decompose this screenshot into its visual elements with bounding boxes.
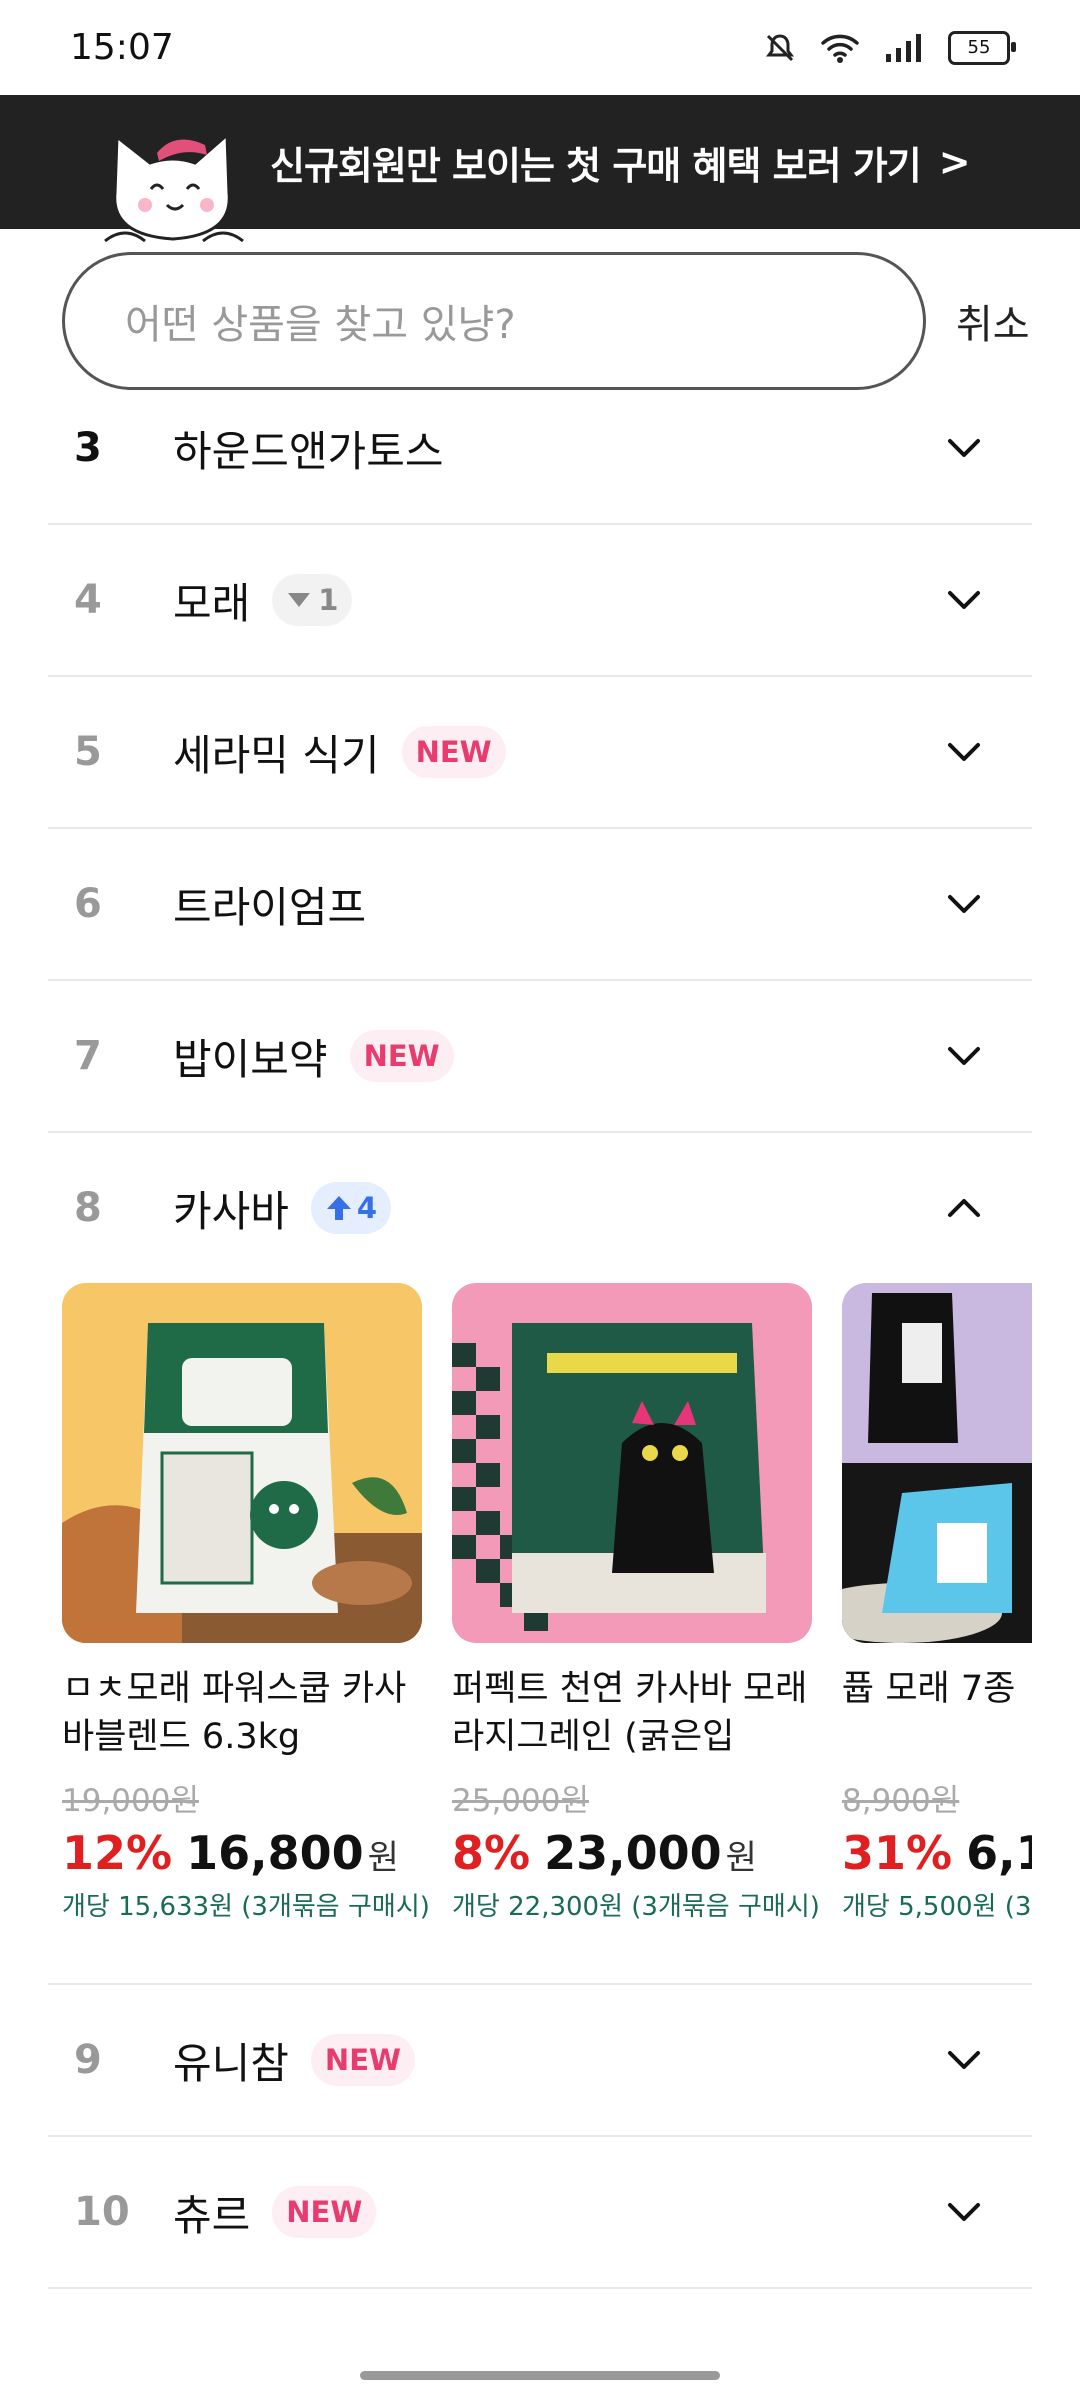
home-indicator[interactable] bbox=[360, 2371, 720, 2380]
rank-up-badge: 4 bbox=[310, 1182, 392, 1234]
cancel-button[interactable]: 취소 bbox=[956, 292, 1030, 350]
search-input[interactable]: 어떤 상품을 찾고 있냥? bbox=[62, 251, 926, 390]
rank-number: 8 bbox=[74, 1185, 102, 1231]
rank-number: 9 bbox=[74, 2037, 102, 2083]
price-row: 31% 6,1 bbox=[842, 1826, 1032, 1880]
currency-unit: 원 bbox=[725, 1838, 757, 1878]
ranking-list: 3 하운드앤가토스 4 모래 1 5 세라믹 식기 NEW 6 트라이엄프 7 … bbox=[48, 373, 1032, 2289]
product-carousel[interactable]: ㅁㅊ모래 파워스쿱 카사바블렌드 6.3kg 19,000원 12% 16,80… bbox=[48, 1283, 1032, 1983]
rank-change: 4 bbox=[356, 1191, 378, 1225]
rank-keyword: 세라믹 식기 bbox=[173, 730, 380, 780]
ranking-row[interactable]: 5 세라믹 식기 NEW bbox=[48, 677, 1032, 829]
price-row: 8% 23,000 원 bbox=[452, 1826, 812, 1880]
price-row: 12% 16,800 원 bbox=[62, 1826, 422, 1880]
product-title[interactable]: 퍼펙트 천연 카사바 모래 라지그레인 (굵은입자)… bbox=[452, 1665, 812, 1761]
chevron-right-icon: > bbox=[938, 140, 971, 184]
product-image[interactable] bbox=[62, 1283, 422, 1643]
rank-keyword: 유니참 bbox=[173, 2038, 289, 2088]
ranking-row[interactable]: 7 밥이보약 NEW bbox=[48, 981, 1032, 1133]
search-placeholder: 어떤 상품을 찾고 있냥? bbox=[125, 301, 516, 348]
product-photo bbox=[452, 1283, 812, 1643]
ranking-expanded: 8 카사바 4 ㅁㅊ모래 파워스쿱 카사바블렌드 6.3kg 19,000원 1… bbox=[48, 1133, 1032, 1985]
rank-number: 10 bbox=[74, 2189, 130, 2235]
status-bar: 15:07 55 bbox=[0, 0, 1080, 95]
product-image[interactable] bbox=[452, 1283, 812, 1643]
rank-number: 6 bbox=[74, 881, 102, 927]
promo-banner[interactable]: 신규회원만 보이는 첫 구매 혜택 보러 가기 > bbox=[0, 95, 1080, 243]
battery-level: 55 bbox=[967, 37, 991, 58]
chevron-down-icon[interactable] bbox=[944, 732, 984, 772]
chevron-down-icon[interactable] bbox=[944, 1036, 984, 1076]
ranking-row[interactable]: 9 유니참 NEW bbox=[48, 1985, 1032, 2137]
rank-keyword: 카사바 bbox=[173, 1186, 289, 1236]
promo-label: 신규회원만 보이는 첫 구매 혜택 보러 가기 bbox=[270, 143, 922, 188]
ranking-row[interactable]: 3 하운드앤가토스 bbox=[48, 373, 1032, 525]
battery-icon: 55 bbox=[948, 30, 1016, 65]
new-badge: NEW bbox=[349, 1030, 454, 1082]
new-badge: NEW bbox=[401, 726, 506, 778]
status-icons: 55 bbox=[764, 30, 1016, 65]
arrow-up-icon bbox=[326, 1196, 351, 1220]
rank-down-badge: 1 bbox=[272, 574, 353, 626]
ranking-row[interactable]: 10 츄르 NEW bbox=[48, 2137, 1032, 2289]
chevron-down-icon[interactable] bbox=[944, 884, 984, 924]
rank-keyword: 모래 bbox=[173, 578, 251, 628]
rank-change: 1 bbox=[318, 583, 339, 617]
sale-price: 16,800 bbox=[186, 1826, 364, 1880]
bundle-unit-price: 개당 5,500원 (3. bbox=[842, 1892, 1032, 1922]
new-badge: NEW bbox=[272, 2186, 377, 2238]
chevron-up-icon[interactable] bbox=[944, 1188, 984, 1228]
ranking-row[interactable]: 6 트라이엄프 bbox=[48, 829, 1032, 981]
sale-price: 23,000 bbox=[544, 1826, 722, 1880]
product-photo bbox=[842, 1283, 1032, 1643]
product-card[interactable]: 퓹 모래 7종 8,900원 31% 6,1 개당 5,500원 (3. bbox=[842, 1283, 1032, 1923]
sale-price: 6,1 bbox=[966, 1826, 1032, 1880]
wifi-icon bbox=[821, 34, 859, 63]
rank-number: 3 bbox=[74, 425, 102, 471]
currency-unit: 원 bbox=[367, 1838, 399, 1878]
original-price: 8,900원 bbox=[842, 1783, 960, 1819]
discount-rate: 12% bbox=[62, 1826, 173, 1880]
original-price: 25,000원 bbox=[452, 1783, 589, 1819]
mute-icon bbox=[766, 33, 794, 61]
signal-icon bbox=[886, 33, 921, 62]
rank-keyword: 츄르 bbox=[173, 2190, 251, 2240]
cat-mascot-icon bbox=[104, 131, 244, 243]
discount-rate: 31% bbox=[842, 1826, 953, 1880]
chevron-down-icon[interactable] bbox=[944, 580, 984, 620]
product-title[interactable]: 퓹 모래 7종 bbox=[842, 1665, 1032, 1761]
chevron-down-icon[interactable] bbox=[944, 428, 984, 468]
ranking-row[interactable]: 8 카사바 4 bbox=[48, 1133, 1032, 1283]
discount-rate: 8% bbox=[452, 1826, 531, 1880]
product-card[interactable]: ㅁㅊ모래 파워스쿱 카사바블렌드 6.3kg 19,000원 12% 16,80… bbox=[62, 1283, 430, 1923]
bundle-unit-price: 개당 22,300원 (3개묶음 구매시) bbox=[452, 1892, 820, 1922]
promo-text: 신규회원만 보이는 첫 구매 혜택 보러 가기 > bbox=[270, 95, 971, 229]
rank-keyword: 트라이엄프 bbox=[173, 882, 367, 932]
chevron-down-icon[interactable] bbox=[944, 2040, 984, 2080]
rank-number: 4 bbox=[74, 577, 102, 623]
product-photo bbox=[62, 1283, 422, 1643]
ranking-row[interactable]: 4 모래 1 bbox=[48, 525, 1032, 677]
rank-number: 7 bbox=[74, 1033, 102, 1079]
status-time: 15:07 bbox=[70, 27, 174, 68]
original-price: 19,000원 bbox=[62, 1783, 199, 1819]
triangle-down-icon bbox=[288, 593, 311, 607]
product-title[interactable]: ㅁㅊ모래 파워스쿱 카사바블렌드 6.3kg bbox=[62, 1665, 422, 1761]
rank-number: 5 bbox=[74, 729, 102, 775]
product-card[interactable]: 퍼펙트 천연 카사바 모래 라지그레인 (굵은입자)… 25,000원 8% 2… bbox=[452, 1283, 820, 1923]
product-image[interactable] bbox=[842, 1283, 1032, 1643]
search-row: 어떤 상품을 찾고 있냥? 취소 bbox=[62, 248, 1062, 393]
bundle-unit-price: 개당 15,633원 (3개묶음 구매시) bbox=[62, 1892, 430, 1922]
rank-keyword: 하운드앤가토스 bbox=[173, 426, 444, 476]
rank-keyword: 밥이보약 bbox=[173, 1034, 328, 1084]
new-badge: NEW bbox=[310, 2034, 415, 2086]
chevron-down-icon[interactable] bbox=[944, 2192, 984, 2232]
